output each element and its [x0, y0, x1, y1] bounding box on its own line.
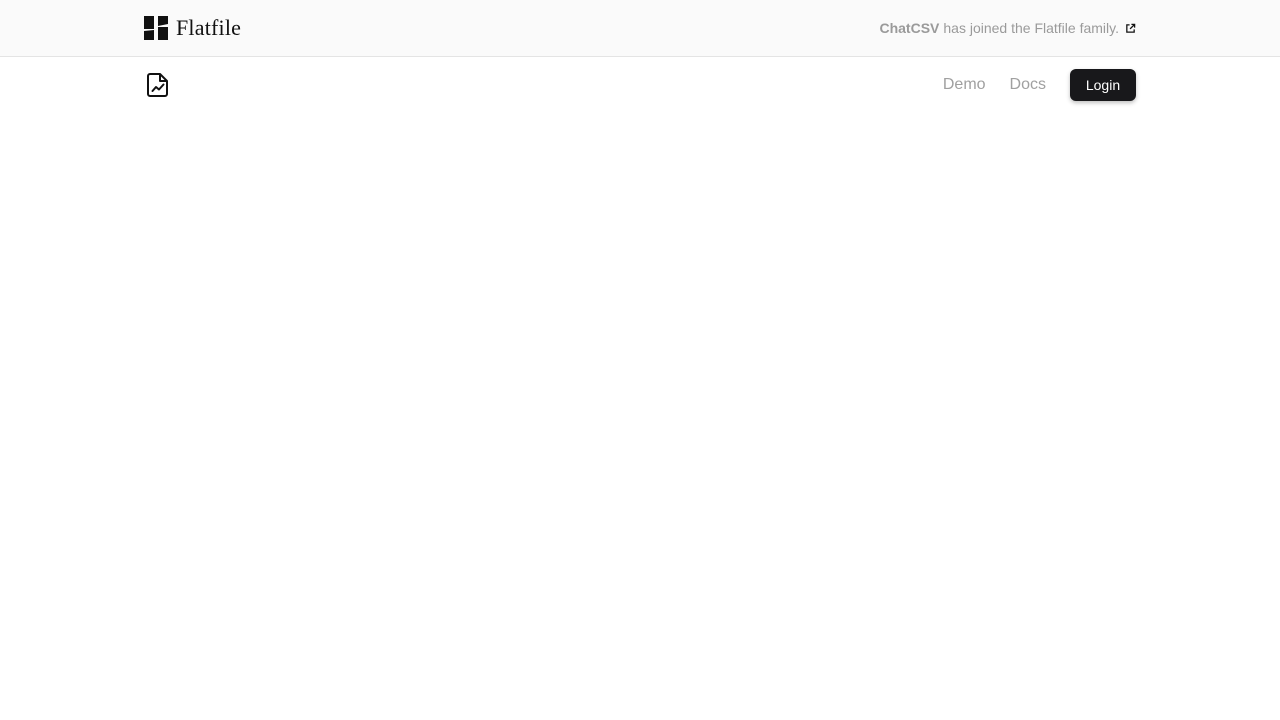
main-content: [0, 113, 1280, 720]
main-navigation: Demo Docs Login: [144, 57, 1136, 113]
announcement-highlight: ChatCSV: [879, 20, 940, 36]
demo-link[interactable]: Demo: [943, 76, 986, 94]
flatfile-brand-link[interactable]: Flatfile: [144, 16, 241, 40]
announcement-text: has joined the Flatfile family.: [943, 20, 1119, 36]
flatfile-logo-icon: [144, 16, 168, 40]
announcement-banner-inner: Flatfile ChatCSV has joined the Flatfile…: [144, 0, 1136, 56]
flatfile-brand-name: Flatfile: [176, 15, 242, 40]
chatcsv-announcement-link[interactable]: ChatCSV has joined the Flatfile family.: [879, 20, 1136, 36]
login-button[interactable]: Login: [1070, 69, 1136, 101]
announcement-banner: Flatfile ChatCSV has joined the Flatfile…: [0, 0, 1280, 57]
file-chart-icon[interactable]: [144, 71, 172, 99]
docs-link[interactable]: Docs: [1010, 76, 1046, 94]
external-link-icon: [1126, 23, 1136, 33]
nav-links: Demo Docs Login: [943, 69, 1136, 101]
